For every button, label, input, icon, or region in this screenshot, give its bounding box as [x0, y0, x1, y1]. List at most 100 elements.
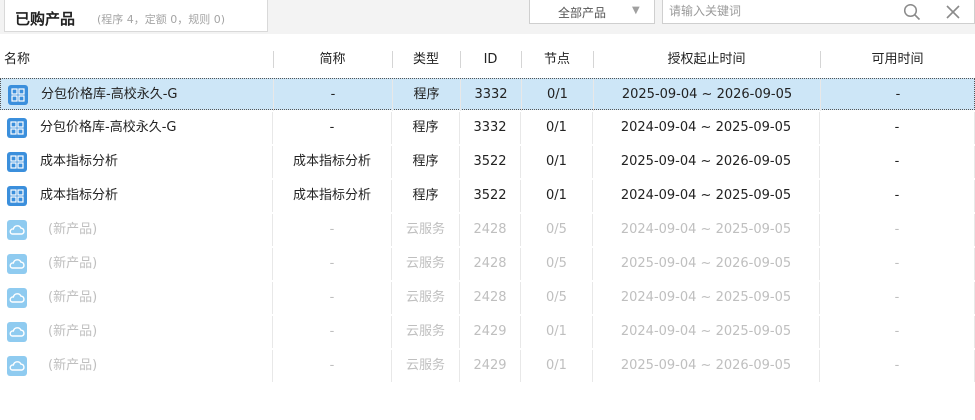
- panel-summary: (程序 4，定额 0，规则 0): [97, 13, 226, 26]
- cloud-icon: [7, 254, 27, 274]
- cell-short-name: 成本指标分析: [273, 180, 392, 212]
- cell-node: 0/5: [521, 248, 593, 280]
- table-row[interactable]: 分包价格库-高校永久-G - 程序 3332 0/1 2025-09-04 ~ 2026-…: [0, 78, 975, 111]
- cell-available-time: -: [820, 282, 975, 314]
- cell-auth-period: 2024-09-04 ~ 2025-09-05: [593, 112, 820, 144]
- product-name: (新产品): [48, 256, 98, 271]
- cell-id: 2428: [460, 282, 521, 314]
- app-grid-icon: [8, 85, 28, 105]
- cell-name: (新产品): [0, 350, 273, 382]
- column-header-id[interactable]: ID: [460, 44, 521, 75]
- cell-short-name: -: [273, 350, 392, 382]
- column-header-short-name[interactable]: 简称: [273, 44, 392, 75]
- cell-id: 3522: [460, 180, 521, 212]
- table-row[interactable]: (新产品) - 云服务 2429 0/1 2024-09-04 ~ 2025-09-05-: [0, 316, 975, 348]
- column-header-available-time[interactable]: 可用时间: [820, 44, 975, 75]
- cell-node: 0/5: [521, 214, 593, 246]
- cell-short-name: -: [273, 316, 392, 348]
- app-grid-icon: [7, 118, 27, 138]
- table-row[interactable]: 成本指标分析 成本指标分析 程序 3522 0/1 2025-09-04 ~ 2026-0…: [0, 146, 975, 178]
- search-icon[interactable]: [903, 3, 921, 21]
- cell-available-time: -: [820, 316, 975, 348]
- table-header: 名称 简称 类型 ID 节点 授权起止时间 可用时间: [0, 44, 975, 75]
- column-header-auth-period[interactable]: 授权起止时间: [593, 44, 820, 75]
- product-name: 分包价格库-高校永久-G: [40, 120, 177, 135]
- cell-type: 云服务: [392, 282, 460, 314]
- cell-type: 程序: [392, 146, 460, 178]
- cell-type: 云服务: [392, 316, 460, 348]
- cell-node: 0/5: [521, 282, 593, 314]
- cell-node: 0/1: [521, 316, 593, 348]
- product-name: 分包价格库-高校永久-G: [41, 87, 178, 102]
- cell-available-time: -: [820, 214, 975, 246]
- product-name: (新产品): [48, 358, 98, 373]
- cell-id: 2429: [460, 316, 521, 348]
- cell-node: 0/1: [521, 146, 593, 178]
- table-row[interactable]: 分包价格库-高校永久-G - 程序 3332 0/1 2024-09-04 ~ 2025-…: [0, 112, 975, 144]
- chevron-down-icon: ▼: [632, 5, 640, 16]
- cell-auth-period: 2024-09-04 ~ 2025-09-05: [593, 214, 820, 246]
- cell-available-time: -: [821, 79, 975, 111]
- search-box: [662, 0, 975, 24]
- cell-type: 程序: [392, 112, 460, 144]
- cloud-icon: [7, 288, 27, 308]
- cell-id: 3332: [461, 79, 522, 111]
- table-row[interactable]: (新产品) - 云服务 2429 0/1 2025-09-04 ~ 2026-09-05-: [0, 350, 975, 382]
- cloud-icon: [7, 322, 27, 342]
- cell-node: 0/1: [521, 180, 593, 212]
- cell-name: 成本指标分析: [0, 146, 273, 178]
- cloud-icon: [7, 356, 27, 376]
- column-header-name[interactable]: 名称: [0, 44, 273, 75]
- table-row[interactable]: (新产品) - 云服务 2428 0/5 2025-09-04 ~ 2026-09-05-: [0, 248, 975, 280]
- filter-selected-value: 全部产品: [558, 6, 607, 20]
- table-row[interactable]: (新产品) - 云服务 2428 0/5 2024-09-04 ~ 2025-09-05-: [0, 282, 975, 314]
- cell-short-name: -: [273, 248, 392, 280]
- table-row[interactable]: 成本指标分析 成本指标分析 程序 3522 0/1 2024-09-04 ~ 2025-0…: [0, 180, 975, 212]
- cell-type: 云服务: [392, 350, 460, 382]
- product-name: (新产品): [48, 290, 98, 305]
- cell-id: 3522: [460, 146, 521, 178]
- product-name: (新产品): [48, 222, 98, 237]
- product-name: 成本指标分析: [40, 188, 119, 203]
- cell-name: (新产品): [0, 316, 273, 348]
- close-icon[interactable]: [945, 4, 961, 20]
- cell-id: 2428: [460, 214, 521, 246]
- cell-node: 0/1: [521, 112, 593, 144]
- cell-name: (新产品): [0, 282, 273, 314]
- cell-name: 分包价格库-高校永久-G: [0, 112, 273, 144]
- cell-available-time: -: [820, 180, 975, 212]
- purchased-products-tab[interactable]: 已购产品 (程序 4，定额 0，规则 0): [4, 0, 268, 32]
- cell-node: 0/1: [521, 350, 593, 382]
- cell-auth-period: 2024-09-04 ~ 2025-09-05: [593, 180, 820, 212]
- cell-node: 0/1: [522, 79, 594, 111]
- cell-available-time: -: [820, 350, 975, 382]
- cell-available-time: -: [820, 112, 975, 144]
- cell-name: 成本指标分析: [0, 180, 273, 212]
- cell-short-name: 成本指标分析: [273, 146, 392, 178]
- cell-auth-period: 2025-09-04 ~ 2026-09-05: [594, 79, 821, 111]
- cell-available-time: -: [820, 248, 975, 280]
- cell-id: 3332: [460, 112, 521, 144]
- cell-id: 2428: [460, 248, 521, 280]
- cell-auth-period: 2025-09-04 ~ 2026-09-05: [593, 248, 820, 280]
- app-grid-icon: [7, 152, 27, 172]
- cell-name: (新产品): [0, 248, 273, 280]
- search-input[interactable]: [663, 0, 889, 22]
- cell-auth-period: 2025-09-04 ~ 2026-09-05: [593, 350, 820, 382]
- cell-type: 云服务: [392, 214, 460, 246]
- cell-type: 云服务: [392, 248, 460, 280]
- cell-auth-period: 2025-09-04 ~ 2026-09-05: [593, 146, 820, 178]
- toolbar: 已购产品 (程序 4，定额 0，规则 0) 全部产品 ▼: [0, 0, 975, 34]
- product-filter-dropdown[interactable]: 全部产品 ▼: [529, 0, 655, 24]
- cell-type: 程序: [393, 79, 461, 111]
- cell-type: 程序: [392, 180, 460, 212]
- panel-title: 已购产品: [15, 10, 76, 28]
- cell-short-name: -: [274, 79, 393, 111]
- column-header-node[interactable]: 节点: [521, 44, 593, 75]
- product-name: (新产品): [48, 324, 98, 339]
- cell-available-time: -: [820, 146, 975, 178]
- table-row[interactable]: (新产品) - 云服务 2428 0/5 2024-09-04 ~ 2025-09-05-: [0, 214, 975, 246]
- cell-short-name: -: [273, 282, 392, 314]
- column-header-type[interactable]: 类型: [392, 44, 460, 75]
- cell-short-name: -: [273, 112, 392, 144]
